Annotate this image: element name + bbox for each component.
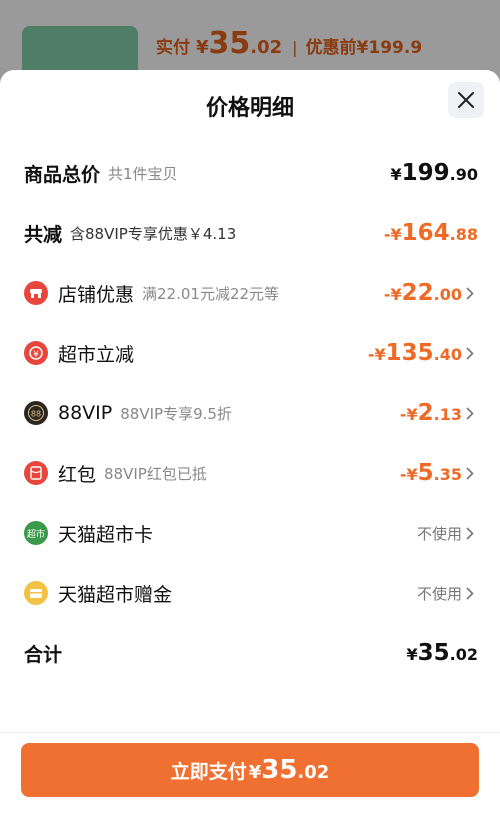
pay-now-button[interactable]: 立即支付 ¥ 35 .02 bbox=[21, 743, 479, 797]
store-icon bbox=[24, 281, 48, 305]
market-discount-label: 超市立减 bbox=[58, 343, 135, 366]
close-icon bbox=[458, 92, 474, 108]
sum-label: 合计 bbox=[24, 643, 63, 666]
price-decimal: .02 bbox=[250, 37, 283, 58]
yen-symbol: ¥ bbox=[390, 225, 402, 244]
row-88vip[interactable]: 88 88VIP 88VIP专享9.5折 - ¥ 2 .13 bbox=[24, 393, 478, 433]
yen-symbol: ¥ bbox=[390, 165, 402, 184]
total-price-sub: 共1件宝贝 bbox=[108, 164, 178, 183]
amount-dec: .00 bbox=[433, 285, 462, 304]
chevron-right-icon bbox=[466, 585, 478, 601]
row-market-discount[interactable]: ¥ 超市立减 - ¥ 135 .40 bbox=[24, 333, 478, 373]
yen-symbol: ¥ bbox=[248, 762, 262, 783]
amount-dec: .90 bbox=[449, 165, 478, 184]
row-red-packet[interactable]: 红包 88VIP红包已抵 - ¥ 5 .35 bbox=[24, 453, 478, 493]
pay-amount-int: 35 bbox=[261, 755, 298, 785]
gift-money-icon bbox=[24, 581, 48, 605]
minus-sign: - bbox=[399, 465, 407, 484]
total-price-label: 商品总价 bbox=[24, 163, 101, 186]
pay-amount-dec: .02 bbox=[297, 762, 330, 783]
amount-dec: .35 bbox=[433, 465, 462, 484]
88vip-icon: 88 bbox=[24, 401, 48, 425]
row-supermarket-card[interactable]: 超市 天猫超市卡 不使用 bbox=[24, 513, 478, 553]
amount-int: 22 bbox=[401, 280, 434, 306]
supermarket-card-label: 天猫超市卡 bbox=[58, 523, 154, 546]
market-discount-amount: - ¥ 135 .40 bbox=[368, 340, 462, 366]
footer-divider bbox=[0, 732, 500, 733]
amount-int: 164 bbox=[401, 220, 450, 246]
price-detail-sheet: 价格明细 商品总价 共1件宝贝 ¥ 199 .90 共减 含88VIP专享优惠￥… bbox=[0, 70, 500, 816]
gift-money-value: 不使用 bbox=[416, 584, 462, 603]
row-total-price: 商品总价 共1件宝贝 ¥ 199 .90 bbox=[24, 153, 478, 193]
chevron-right-icon bbox=[466, 525, 478, 541]
separator: | bbox=[292, 38, 298, 57]
row-sum: 合计 ¥ 35 .02 bbox=[24, 633, 478, 673]
pay-now-label: 立即支付 bbox=[170, 761, 247, 783]
currency-symbol: ¥ bbox=[196, 37, 209, 58]
amount-int: 5 bbox=[417, 460, 434, 486]
red-packet-label: 红包 bbox=[58, 463, 97, 486]
discount-icon: ¥ bbox=[24, 341, 48, 365]
chevron-right-icon bbox=[466, 465, 478, 481]
svg-text:¥: ¥ bbox=[33, 350, 39, 360]
supermarket-card-value: 不使用 bbox=[416, 524, 462, 543]
yen-symbol: ¥ bbox=[406, 405, 418, 424]
gift-money-label: 天猫超市赠金 bbox=[58, 583, 173, 606]
total-reduce-label: 共减 bbox=[24, 223, 63, 246]
row-total-reduce: 共减 含88VIP专享优惠￥4.13 - ¥ 164 .88 bbox=[24, 213, 478, 253]
total-price-amount: ¥ 199 .90 bbox=[391, 160, 479, 186]
supermarket-card-icon: 超市 bbox=[24, 521, 48, 545]
pay-label: 实付 bbox=[156, 38, 190, 58]
store-discount-sub: 满22.01元减22元等 bbox=[142, 284, 280, 303]
chevron-right-icon bbox=[466, 405, 478, 421]
amount-dec: .88 bbox=[449, 225, 478, 244]
store-discount-amount: - ¥ 22 .00 bbox=[384, 280, 462, 306]
yen-symbol: ¥ bbox=[406, 465, 418, 484]
red-packet-sub: 88VIP红包已抵 bbox=[104, 464, 207, 483]
amount-dec: .40 bbox=[433, 345, 462, 364]
red-packet-amount: - ¥ 5 .35 bbox=[400, 460, 462, 486]
amount-int: 35 bbox=[417, 640, 450, 666]
minus-sign: - bbox=[367, 345, 375, 364]
minus-sign: - bbox=[383, 285, 391, 304]
sum-amount: ¥ 35 .02 bbox=[407, 640, 479, 666]
chevron-right-icon bbox=[466, 285, 478, 301]
svg-text:88: 88 bbox=[31, 410, 41, 419]
amount-int: 2 bbox=[417, 400, 434, 426]
yen-symbol: ¥ bbox=[374, 345, 386, 364]
close-button[interactable] bbox=[448, 82, 484, 118]
total-reduce-amount: - ¥ 164 .88 bbox=[384, 220, 478, 246]
vip-sub: 88VIP专享9.5折 bbox=[120, 404, 232, 423]
store-discount-label: 店铺优惠 bbox=[58, 283, 135, 306]
row-gift-money[interactable]: 天猫超市赠金 不使用 bbox=[24, 573, 478, 613]
price-integer: 35 bbox=[208, 26, 251, 61]
yen-symbol: ¥ bbox=[406, 645, 418, 664]
minus-sign: - bbox=[399, 405, 407, 424]
supermarket-card-icon-text: 超市 bbox=[26, 529, 45, 540]
amount-dec: .02 bbox=[449, 645, 478, 664]
yen-symbol: ¥ bbox=[390, 285, 402, 304]
amount-dec: .13 bbox=[433, 405, 462, 424]
minus-sign: - bbox=[383, 225, 391, 244]
vip-amount: - ¥ 2 .13 bbox=[400, 400, 462, 426]
background-price-summary: 实付 ¥ 35 .02 | 优惠前¥199.9 bbox=[156, 26, 422, 66]
row-store-discount[interactable]: 店铺优惠 满22.01元减22元等 - ¥ 22 .00 bbox=[24, 273, 478, 313]
vip-label: 88VIP bbox=[58, 402, 113, 424]
chevron-right-icon bbox=[466, 345, 478, 361]
sheet-title: 价格明细 bbox=[205, 96, 294, 121]
amount-int: 135 bbox=[385, 340, 434, 366]
red-packet-icon bbox=[24, 461, 48, 485]
original-price: 优惠前¥199.9 bbox=[305, 38, 423, 58]
amount-int: 199 bbox=[401, 160, 450, 186]
total-reduce-sub: 含88VIP专享优惠￥4.13 bbox=[70, 224, 237, 243]
